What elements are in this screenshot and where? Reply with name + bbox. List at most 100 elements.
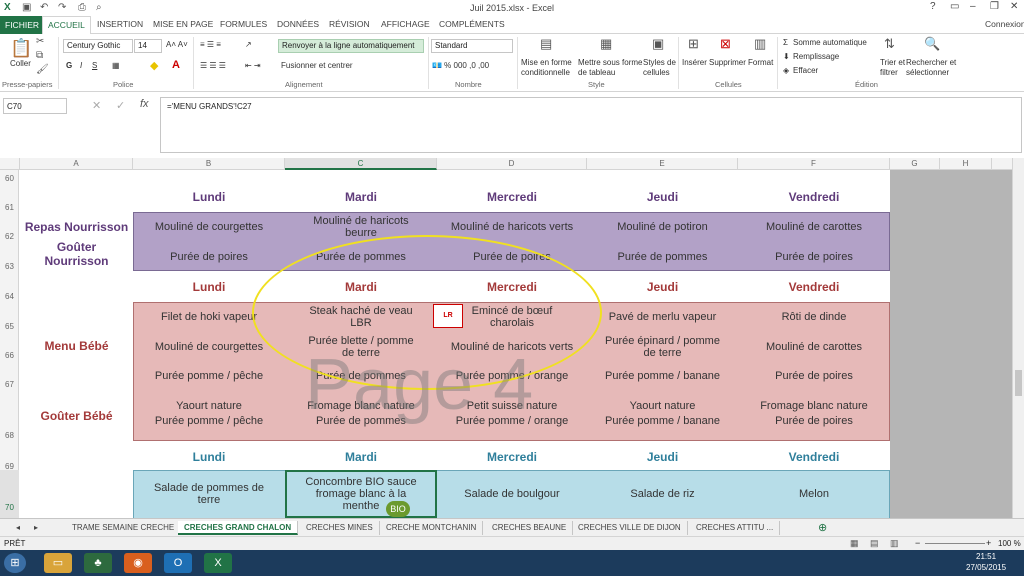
- function-button[interactable]: fx: [140, 98, 149, 110]
- align-top-icons[interactable]: ≡ ☰ ≡: [200, 40, 221, 49]
- ribbon-display-icon[interactable]: ▭: [950, 1, 959, 12]
- menu-cell[interactable]: Pavé de merlu vapeur: [587, 302, 738, 332]
- tab-affichage[interactable]: AFFICHAGE: [381, 19, 430, 29]
- normal-view-icon[interactable]: ▦: [850, 538, 859, 549]
- row-header[interactable]: 60: [0, 174, 19, 183]
- zoom-slider[interactable]: [925, 543, 985, 544]
- sheet-tab[interactable]: CRECHES ATTITU ...: [690, 521, 781, 535]
- number-format-icons[interactable]: 💶 % 000 ,0 ,00: [432, 61, 489, 70]
- fill-color-icon[interactable]: ◆: [150, 59, 158, 72]
- format-button[interactable]: Format: [748, 58, 773, 67]
- conditional-format-button[interactable]: Mise en forme conditionnelle: [521, 58, 572, 78]
- autosum-button[interactable]: Somme automatique: [793, 38, 867, 47]
- align-left-icons[interactable]: ☰ ☰ ☰: [200, 61, 226, 70]
- grow-font-icon[interactable]: A˄ A˅: [166, 40, 188, 49]
- sheet-tab[interactable]: CRECHE MONTCHANIN: [380, 521, 484, 535]
- cancel-icon[interactable]: ✕: [92, 99, 101, 112]
- insert-button[interactable]: Insérer: [682, 58, 707, 67]
- row-header[interactable]: 68: [0, 431, 19, 440]
- column-header-f[interactable]: F: [738, 158, 890, 170]
- outlook-icon[interactable]: O: [164, 553, 192, 573]
- prev-sheet-icon[interactable]: ◂: [10, 521, 26, 535]
- tab-mise-en-page[interactable]: MISE EN PAGE: [153, 19, 213, 29]
- paste-button[interactable]: Coller: [10, 59, 31, 68]
- font-color-icon[interactable]: A: [172, 59, 180, 71]
- row-header[interactable]: 63: [0, 262, 19, 271]
- tab-insertion[interactable]: INSERTION: [97, 19, 143, 29]
- borders-icon[interactable]: ▦: [112, 61, 120, 70]
- tab-revision[interactable]: RÉVISION: [329, 19, 370, 29]
- font-size-select[interactable]: 14: [134, 39, 162, 53]
- menu-cell[interactable]: Yaourt nature Purée pomme / pêche: [133, 392, 285, 436]
- paste-icon[interactable]: 📋: [10, 38, 32, 59]
- add-sheet-icon[interactable]: ⊕: [812, 521, 833, 535]
- italic-button[interactable]: I: [80, 61, 82, 70]
- column-header-c[interactable]: C: [285, 158, 437, 170]
- sheet-tab[interactable]: CRECHES BEAUNE: [486, 521, 574, 535]
- column-header-a[interactable]: A: [20, 158, 133, 170]
- delete-button[interactable]: Supprimer: [709, 58, 746, 67]
- tab-formules[interactable]: FORMULES: [220, 19, 267, 29]
- wrap-text-button[interactable]: Renvoyer à la ligne automatiquement: [278, 39, 424, 53]
- menu-cell[interactable]: Purée pomme / pêche: [133, 362, 285, 390]
- font-name-select[interactable]: Century Gothic: [63, 39, 133, 53]
- cell-styles-button[interactable]: Styles de cellules: [643, 58, 676, 78]
- enter-icon[interactable]: ✓: [116, 99, 125, 112]
- menu-cell[interactable]: Mouliné de carottes: [738, 332, 890, 362]
- zoom-out-icon[interactable]: −: [915, 538, 920, 548]
- excel-taskbar-icon[interactable]: X: [204, 553, 232, 573]
- page-break-icon[interactable]: ▥: [890, 538, 899, 549]
- tab-complements[interactable]: COMPLÉMENTS: [439, 19, 505, 29]
- column-header-h[interactable]: H: [940, 158, 992, 170]
- zoom-level[interactable]: 100 %: [998, 539, 1021, 548]
- row-header[interactable]: 66: [0, 351, 19, 360]
- menu-cell[interactable]: Mouliné de potiron: [587, 212, 738, 242]
- underline-button[interactable]: S: [92, 61, 97, 70]
- sheet-tab[interactable]: TRAME SEMAINE CRECHE: [66, 521, 182, 535]
- menu-cell[interactable]: Melon: [738, 470, 890, 518]
- row-header[interactable]: 70: [0, 470, 19, 518]
- menu-cell[interactable]: Rôti de dinde: [738, 302, 890, 332]
- maximize-button[interactable]: ❐: [990, 1, 999, 12]
- column-header-g[interactable]: G: [890, 158, 940, 170]
- explorer-icon[interactable]: ▭: [44, 553, 72, 573]
- menu-cell[interactable]: Salade de boulgour: [437, 470, 587, 518]
- bold-button[interactable]: G: [66, 61, 72, 70]
- column-header-d[interactable]: D: [437, 158, 587, 170]
- zoom-in-icon[interactable]: +: [986, 538, 991, 548]
- page-layout-icon[interactable]: ▤: [870, 538, 879, 549]
- menu-cell[interactable]: Purée de pommes: [587, 242, 738, 271]
- scroll-thumb[interactable]: [1015, 370, 1022, 396]
- menu-cell[interactable]: Mouliné de courgettes: [133, 212, 285, 242]
- app-icon[interactable]: ♣: [84, 553, 112, 573]
- spreadsheet-grid[interactable]: Lundi Mardi Mercredi Jeudi Vendredi Repa…: [20, 170, 890, 518]
- menu-cell[interactable]: Purée de poires: [133, 242, 285, 271]
- sheet-tab-active[interactable]: CRECHES GRAND CHALON: [178, 521, 299, 535]
- vertical-scrollbar[interactable]: [1012, 158, 1024, 518]
- close-button[interactable]: ✕: [1010, 1, 1018, 12]
- column-header-e[interactable]: E: [587, 158, 738, 170]
- select-all-corner[interactable]: [0, 158, 20, 170]
- row-header[interactable]: 67: [0, 380, 19, 389]
- minimize-button[interactable]: –: [970, 1, 976, 12]
- find-select-button[interactable]: Rechercher et sélectionner: [906, 58, 956, 78]
- menu-cell[interactable]: Mouliné de carottes: [738, 212, 890, 242]
- start-button[interactable]: ⊞: [4, 553, 26, 573]
- sheet-tab[interactable]: CRECHES MINES: [300, 521, 380, 535]
- menu-cell[interactable]: Salade de pommes de terre: [133, 470, 285, 518]
- selected-cell[interactable]: Concombre BIO sauce fromage blanc à la m…: [285, 470, 437, 518]
- merge-center-button[interactable]: Fusionner et centrer: [281, 61, 353, 70]
- menu-cell[interactable]: Purée de poires: [738, 242, 890, 271]
- sheet-tab[interactable]: CRECHES VILLE DE DIJON: [572, 521, 688, 535]
- fill-button[interactable]: Remplissage: [793, 52, 839, 61]
- firefox-icon[interactable]: ◉: [124, 553, 152, 573]
- number-format-select[interactable]: Standard: [431, 39, 513, 53]
- copy-icon[interactable]: ⧉: [36, 50, 43, 61]
- column-header-b[interactable]: B: [133, 158, 285, 170]
- next-sheet-icon[interactable]: ▸: [28, 521, 44, 535]
- row-header[interactable]: 61: [0, 203, 19, 212]
- menu-cell[interactable]: Salade de riz: [587, 470, 738, 518]
- menu-cell[interactable]: Purée de poires: [738, 362, 890, 390]
- indent-icons[interactable]: ⇤ ⇥: [245, 61, 261, 70]
- row-header[interactable]: 62: [0, 232, 19, 241]
